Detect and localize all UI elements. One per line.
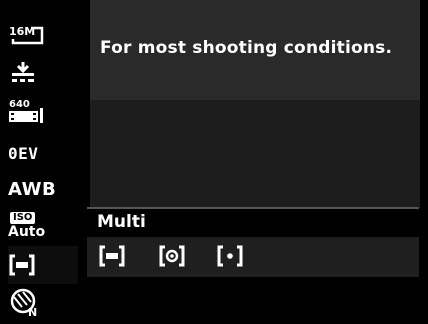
iso-icon: ISO Auto xyxy=(8,212,46,242)
selected-option-label: Multi xyxy=(97,212,146,232)
center-metering-icon[interactable] xyxy=(159,245,185,267)
svg-text:N: N xyxy=(28,306,37,319)
color-effect-icon: N xyxy=(8,287,42,319)
iso-label: ISO xyxy=(10,212,36,224)
image-size-icon: 16M xyxy=(8,21,46,49)
metering-icon xyxy=(8,253,36,277)
metering-options xyxy=(87,237,419,277)
video-size-icon: 640 xyxy=(8,96,44,126)
multi-metering-icon[interactable] xyxy=(99,245,125,267)
white-balance-item[interactable]: AWB xyxy=(8,170,78,208)
preview-area xyxy=(90,100,420,208)
svg-text:640: 640 xyxy=(9,99,30,110)
metering-description: For most shooting conditions. xyxy=(100,38,393,58)
iso-value: Auto xyxy=(8,224,46,240)
iso-item[interactable]: ISO Auto xyxy=(8,208,78,246)
exposure-item[interactable]: 0EV xyxy=(8,134,78,172)
image-size-item[interactable]: 16M xyxy=(8,16,78,54)
selected-option-bar: Multi xyxy=(87,207,419,237)
video-size-item[interactable]: 640 xyxy=(8,92,78,130)
settings-sidebar: 16M 640 0EV AWB ISO Auto N xyxy=(0,0,78,324)
white-balance-label: AWB xyxy=(8,178,57,200)
quality-item[interactable] xyxy=(8,54,78,92)
description-panel: For most shooting conditions. xyxy=(90,0,420,100)
metering-item[interactable] xyxy=(8,246,78,284)
color-effect-item[interactable]: N xyxy=(8,284,78,322)
spot-metering-icon[interactable] xyxy=(217,245,243,267)
quality-icon xyxy=(8,60,38,86)
exposure-label: 0EV xyxy=(8,143,39,163)
